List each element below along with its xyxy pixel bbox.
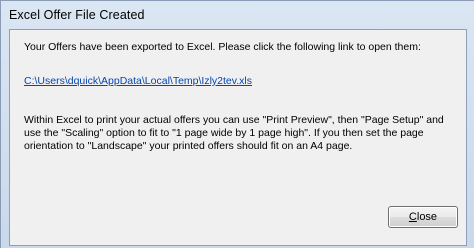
close-button-label: lose — [416, 211, 438, 223]
close-button[interactable]: Close — [388, 206, 458, 228]
dialog-content: Your Offers have been exported to Excel.… — [9, 29, 467, 246]
close-button-mnemonic: C — [408, 211, 417, 223]
excel-file-link[interactable]: C:\Users\dquick\AppData\Local\Temp\Izly2… — [24, 75, 252, 88]
title-bar[interactable]: Excel Offer File Created — [1, 1, 474, 29]
dialog-window: Excel Offer File Created Your Offers hav… — [0, 0, 474, 248]
print-instructions: Within Excel to print your actual offers… — [24, 114, 444, 152]
export-message: Your Offers have been exported to Excel.… — [24, 41, 421, 53]
window-title: Excel Offer File Created — [9, 8, 145, 22]
